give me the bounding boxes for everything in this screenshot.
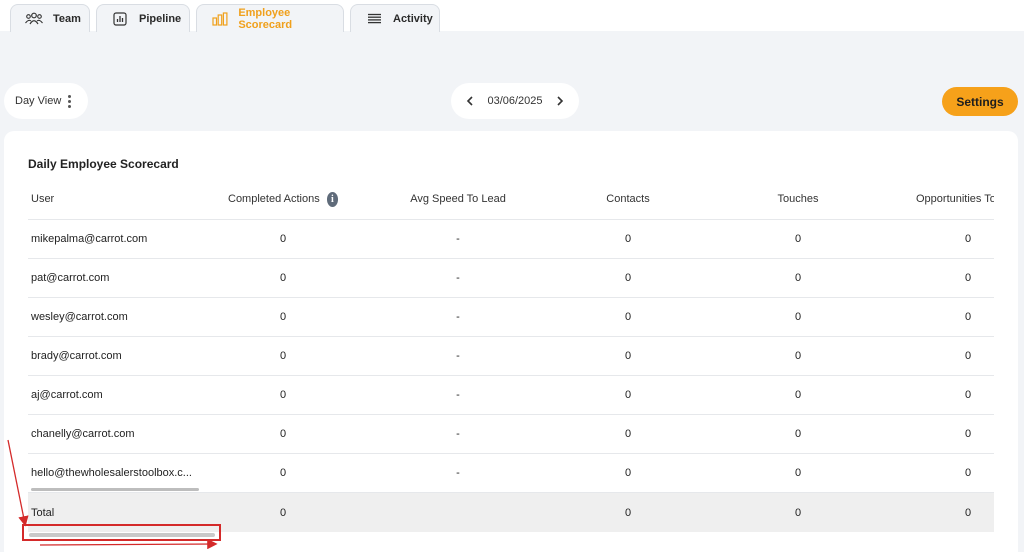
arrow-right [39,538,218,550]
annotation-arrows [7,439,218,550]
arrow-down [7,439,29,527]
